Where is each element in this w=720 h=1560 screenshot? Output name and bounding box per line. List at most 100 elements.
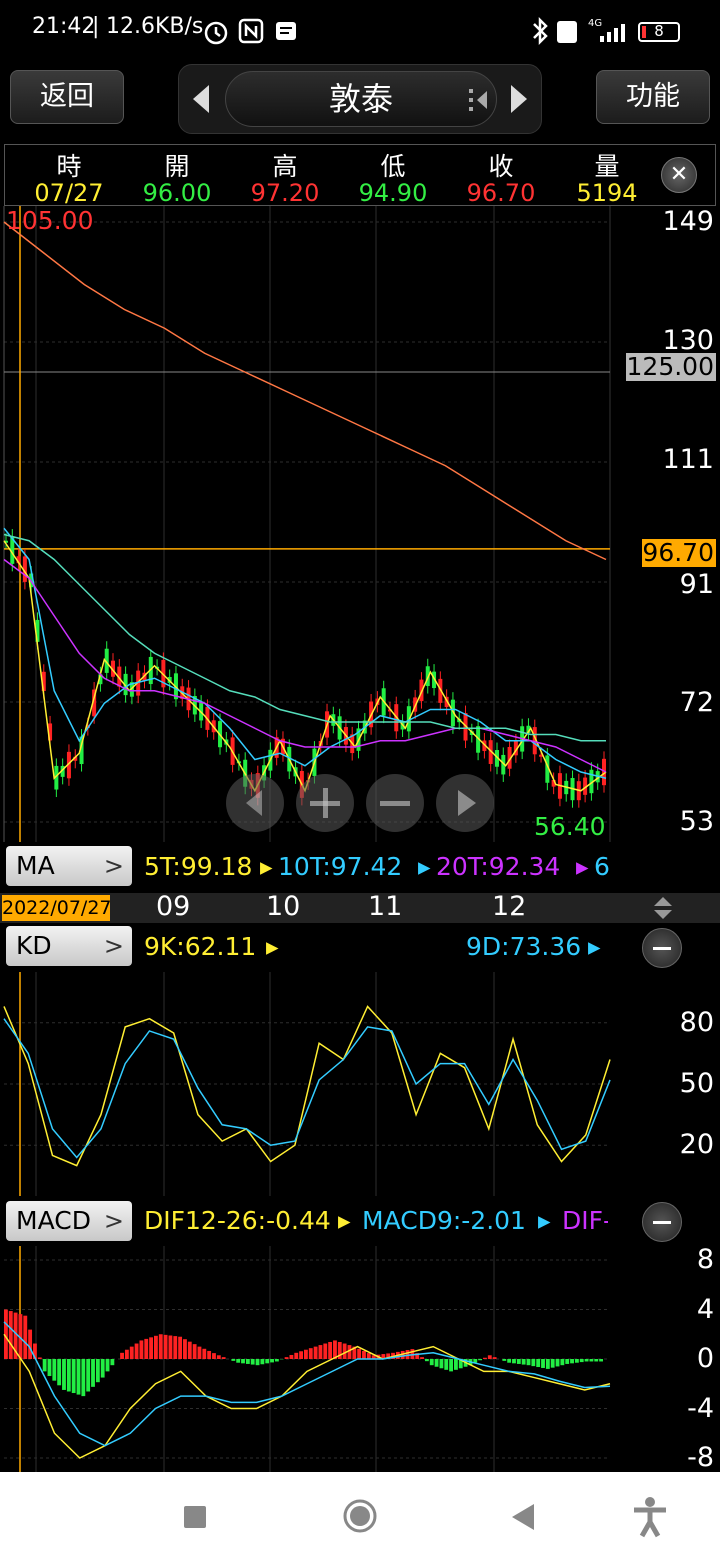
collapse-macd-button[interactable] [642,1202,682,1242]
macd-histogram-bar [62,1359,66,1390]
macd-histogram-bar [158,1334,163,1359]
collapse-kd-button[interactable] [642,928,682,968]
kd-k-label: 9K:62.11 [144,932,257,961]
macd-tick-label: -4 [687,1392,714,1424]
macd-histogram-bar [202,1348,207,1359]
macd-histogram-bar [207,1350,212,1359]
macd-histogram-bar [255,1359,260,1366]
macd-histogram-bar [216,1355,221,1359]
macd-histogram-bar [342,1343,347,1359]
alarm-icon [204,21,228,45]
macd-histogram-bar [541,1359,545,1368]
month-label: 12 [492,891,527,922]
macd-histogram-bar [134,1343,139,1359]
scroll-left-button[interactable] [226,774,284,832]
status-time: 21:42 [32,14,96,39]
stock-title[interactable]: 敦泰 [225,71,497,127]
macd-histogram-bar [444,1359,449,1370]
macd-histogram-bar [366,1353,371,1359]
zoom-in-button[interactable] [296,774,354,832]
macd-tick-label: 8 [696,1244,714,1275]
play-icon [458,790,476,816]
macd-histogram-bar [270,1359,274,1363]
quote-value: 96.70 [466,179,536,207]
resize-handle-icon[interactable] [652,895,674,921]
macd-histogram-bar [521,1359,526,1365]
notification-icon [276,22,296,40]
ma-legend: MA > 5T:99.18 ▸ 10T:97.42 ▸ 20T:92.34 ▸ 6 [0,842,720,892]
quote-header: 高 [272,152,298,181]
macd-histogram-bar [66,1359,71,1392]
macd-button[interactable]: MACD > [6,1201,132,1241]
macd-histogram-bar [507,1359,512,1363]
plus-icon [310,788,340,818]
zoom-out-button[interactable] [366,774,424,832]
close-icon[interactable]: ✕ [661,157,697,193]
macd-histogram-bar [502,1359,507,1361]
macd-histogram-bar [52,1359,57,1381]
price-tick-label: 91 [679,568,714,600]
macd-histogram-bar [570,1359,574,1364]
back-button[interactable]: 返回 [10,70,124,124]
quote-header: 低 [380,152,406,181]
macd-histogram-bar [168,1335,173,1359]
kd-tick-label: 50 [679,1068,714,1099]
macd-histogram-bar [289,1354,294,1359]
candlestick-chart[interactable] [0,206,720,842]
quote-value: 94.90 [358,179,428,207]
prev-stock-icon[interactable] [189,83,213,115]
chevron-right-icon: > [103,932,124,960]
chevron-right-icon: > [103,1207,124,1235]
quote-bar: 時 07/27 開 96.00 高 97.20 低 94.90 收 96.70 量 5194 ✕ [4,144,716,207]
quote-value: 5194 [576,179,638,207]
macd-histogram-bar [86,1359,91,1392]
macd-histogram-bar [197,1346,202,1359]
status-divider: | [92,14,100,39]
macd-histogram-bar [42,1359,47,1372]
macd-histogram-bar [294,1352,299,1359]
macd-histogram-bar [454,1359,458,1370]
kd-d-label: 9D:73.36 [466,932,582,961]
macd-histogram-bar [76,1359,81,1395]
macd-signal-label: MACD9:-2.01 [362,1206,526,1235]
function-button[interactable]: 功能 [596,70,710,124]
price-tick-label: 111 [662,443,714,475]
ma-legend-marker: ▸ [260,852,273,881]
recent-apps-icon[interactable] [182,1504,208,1530]
home-icon[interactable] [342,1498,378,1534]
macd-histogram-bar [28,1329,33,1359]
macd-dif-marker: ▸ [338,1206,351,1235]
next-stock-icon[interactable] [507,83,531,115]
quote-value: 96.00 [142,179,212,207]
macd-histogram-bar [47,1359,52,1377]
macd-histogram-bar [37,1357,42,1359]
kd-chart[interactable] [0,972,720,1196]
macd-histogram-bar [545,1359,550,1369]
macd-tick-label: -8 [687,1442,714,1473]
macd-histogram-bar [434,1359,439,1367]
kd-button[interactable]: KD > [6,926,132,966]
ma-button[interactable]: MA > [6,846,132,886]
macd-histogram-bar [424,1359,429,1362]
expand-icon[interactable] [467,87,489,113]
macd-histogram-bar [120,1352,124,1359]
macd-tick-label: 0 [696,1343,714,1374]
left-icon [246,790,262,816]
bluetooth-icon [533,16,548,46]
macd-histogram-bar [57,1359,62,1386]
accessibility-icon[interactable] [632,1496,668,1538]
macd-histogram-bar [323,1343,328,1359]
scroll-right-button[interactable] [436,774,494,832]
macd-histogram-bar [318,1345,323,1359]
macd-histogram-bar [139,1340,144,1359]
macd-histogram-bar [531,1359,536,1367]
quote-value: 97.20 [250,179,320,207]
macd-histogram-bar [536,1359,541,1368]
macd-histogram-bar [483,1357,487,1359]
volte-icon [557,21,577,43]
macd-chart[interactable] [0,1246,720,1472]
macd-histogram-bar [8,1311,13,1359]
macd-histogram-bar [124,1349,129,1359]
back-icon[interactable] [510,1502,536,1532]
macd-histogram-bar [110,1359,115,1366]
